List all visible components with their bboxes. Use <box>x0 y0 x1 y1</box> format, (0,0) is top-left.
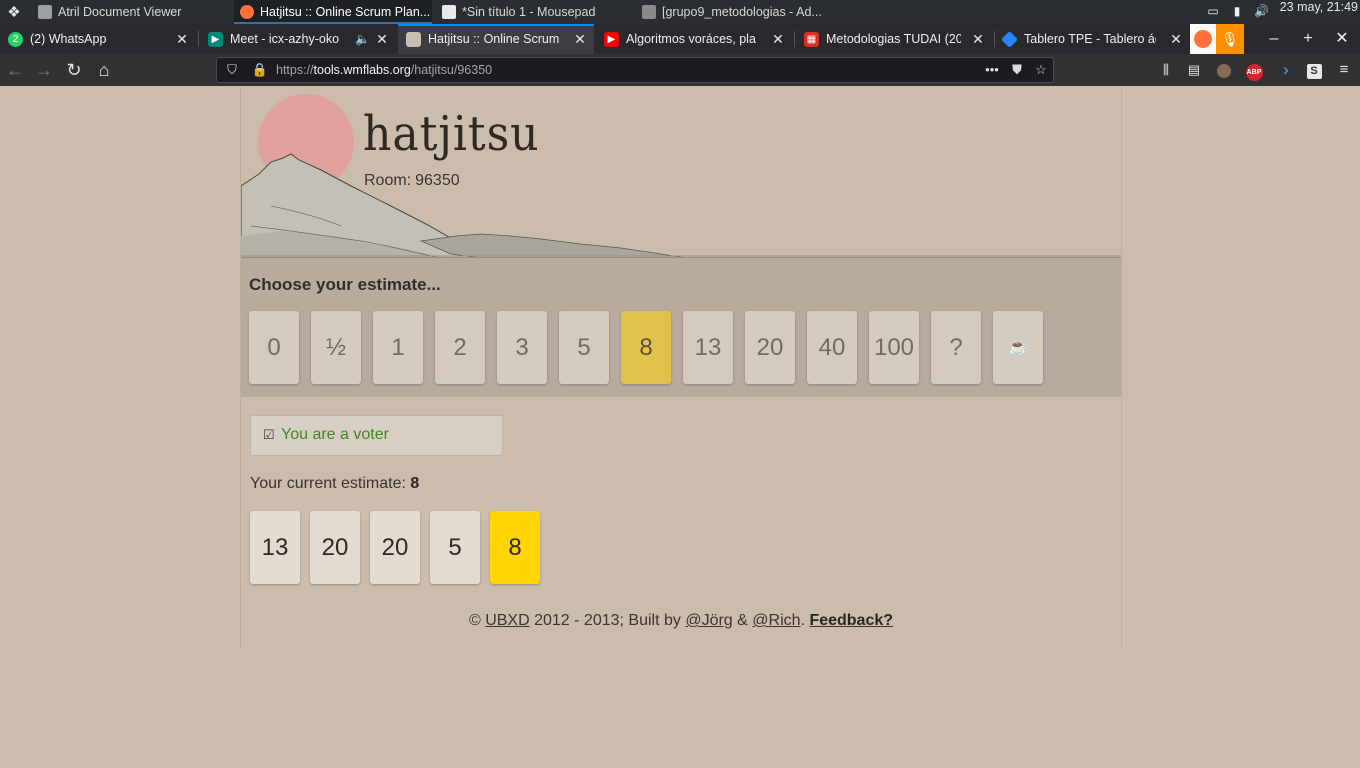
hatjitsu-container: hatjitsu Room: 96350 Choose your estimate… <box>240 86 1122 648</box>
estimate-card[interactable]: ☕ <box>993 311 1043 384</box>
vote-card: 13 <box>250 511 300 584</box>
feedback-link[interactable]: Feedback? <box>809 612 893 629</box>
estimate-card[interactable]: 100 <box>869 311 919 384</box>
shield-icon[interactable]: ⛉ <box>223 58 241 82</box>
checkbox-checked-icon: ☑ <box>263 427 275 442</box>
task-mousepad[interactable]: *Sin título 1 - Mousepad <box>436 0 634 24</box>
estimate-card[interactable]: 0 <box>249 311 299 384</box>
page: hatjitsu Room: 96350 Choose your estimate… <box>0 86 1360 768</box>
tab-metodologias[interactable]: ▦ Metodologias TUDAI (20 ✕ <box>796 24 992 54</box>
sidebar-icon[interactable]: ▤ <box>1184 60 1204 80</box>
lock-icon[interactable]: 🔒 <box>251 58 269 82</box>
jorg-link[interactable]: @Jörg <box>685 612 732 629</box>
close-tab-icon[interactable]: ✕ <box>970 24 986 54</box>
estimate-card[interactable]: 13 <box>683 311 733 384</box>
close-tab-icon[interactable]: ✕ <box>174 24 190 54</box>
voter-status: You are a voter <box>281 426 389 443</box>
hatjitsu-favicon <box>406 32 421 47</box>
close-tab-icon[interactable]: ✕ <box>770 24 786 54</box>
speaker-icon[interactable]: 🔈 <box>355 24 370 54</box>
extension-s-icon[interactable]: S <box>1304 60 1324 80</box>
task-firefox[interactable]: Hatjitsu :: Online Scrum Plan... <box>234 0 432 24</box>
url-bar[interactable]: ⛉ 🔒 https://tools.wmflabs.org/hatjitsu/9… <box>216 57 1054 83</box>
battery-icon[interactable]: ▮ <box>1230 4 1244 18</box>
browser-tab-strip: 2 (2) WhatsApp ✕ ▶ Meet - icx-azhy-oko 🔈… <box>0 24 1360 54</box>
firefox-icon <box>240 5 254 19</box>
app-logo[interactable]: hatjitsu <box>363 106 540 162</box>
close-window-icon[interactable]: ✕ <box>1325 24 1359 54</box>
hero-banner: hatjitsu Room: 96350 <box>241 86 1121 271</box>
estimate-card[interactable]: ? <box>931 311 981 384</box>
home-icon[interactable]: ⌂ <box>92 58 116 82</box>
vote-card: 20 <box>310 511 360 584</box>
calendar-icon: ▦ <box>804 32 819 47</box>
whatsapp-icon: 2 <box>8 32 23 47</box>
tab-separator <box>794 31 795 47</box>
close-tab-icon[interactable]: ✕ <box>1168 24 1184 54</box>
reload-icon[interactable]: ↻ <box>62 58 86 82</box>
back-icon[interactable]: ← <box>3 58 27 82</box>
close-tab-icon[interactable]: ✕ <box>374 24 390 54</box>
room-number: 96350 <box>415 172 460 189</box>
adblock-icon[interactable]: ABP <box>1244 60 1264 81</box>
task-files[interactable]: [grupo9_metodologias - Ad... <box>636 0 834 24</box>
bookmark-star-icon[interactable]: ☆ <box>1032 58 1050 82</box>
volume-icon[interactable]: 🔊 <box>1254 4 1269 18</box>
estimate-card[interactable]: 3 <box>497 311 547 384</box>
screen-icon[interactable]: ▭ <box>1206 4 1220 18</box>
microphone-icon[interactable]: 🎙 <box>1216 24 1244 54</box>
close-tab-icon[interactable]: ✕ <box>572 26 588 53</box>
voter-toggle[interactable]: ☑ You are a voter <box>250 415 503 456</box>
folder-icon <box>642 5 656 19</box>
minimize-icon[interactable]: – <box>1257 24 1291 54</box>
estimate-card[interactable]: 40 <box>807 311 857 384</box>
meet-icon: ▶ <box>208 32 223 47</box>
maximize-icon[interactable]: + <box>1291 24 1325 54</box>
youtube-icon: ▶ <box>604 32 619 47</box>
room-label: Room: <box>364 172 412 189</box>
mousepad-icon <box>442 5 456 19</box>
rich-link[interactable]: @Rich <box>752 612 800 629</box>
tab-separator <box>198 31 199 47</box>
room-info: Room: 96350 <box>364 172 460 190</box>
estimate-card[interactable]: 5 <box>559 311 609 384</box>
tab-tablero[interactable]: Tablero TPE - Tablero ágil ✕ <box>994 24 1190 54</box>
estimate-card[interactable]: 2 <box>435 311 485 384</box>
profile-icon[interactable] <box>1214 60 1234 80</box>
pocket-icon[interactable]: ⛊ <box>1008 58 1026 82</box>
extension-arrow-icon[interactable]: › <box>1276 60 1296 80</box>
tab-youtube[interactable]: ▶ Algoritmos voráces, plan ✕ <box>596 24 792 54</box>
clock[interactable]: 23 may, 21:49 <box>1280 0 1358 14</box>
os-taskbar: ❖ Atril Document Viewer Hatjitsu :: Onli… <box>0 0 1360 24</box>
navigation-bar: ← → ↻ ⌂ ⛉ 🔒 https://tools.wmflabs.org/ha… <box>0 54 1360 86</box>
estimate-card[interactable]: 20 <box>745 311 795 384</box>
task-atril[interactable]: Atril Document Viewer <box>32 0 230 24</box>
estimate-card[interactable]: 8 <box>621 311 671 384</box>
tab-whatsapp[interactable]: 2 (2) WhatsApp ✕ <box>0 24 196 54</box>
menu-icon[interactable]: ≡ <box>1334 60 1354 80</box>
estimate-card[interactable]: ½ <box>311 311 361 384</box>
footer: © UBXD 2012 - 2013; Built by @Jörg & @Ri… <box>468 612 894 629</box>
app-menu-icon[interactable]: ❖ <box>4 3 24 21</box>
current-estimate-value: 8 <box>410 475 420 492</box>
url-text[interactable]: https://tools.wmflabs.org/hatjitsu/96350 <box>276 58 492 82</box>
choose-estimate-title: Choose your estimate... <box>249 275 441 294</box>
tab-meet[interactable]: ▶ Meet - icx-azhy-oko 🔈 ✕ <box>200 24 396 54</box>
my-vote-card: 8 <box>490 511 540 584</box>
forward-icon[interactable]: → <box>32 58 56 82</box>
library-icon[interactable]: ⫼ <box>1156 60 1176 80</box>
estimate-card[interactable]: 1 <box>373 311 423 384</box>
firefox-account-icon[interactable] <box>1190 24 1216 54</box>
current-estimate: Your current estimate: 8 <box>250 475 420 492</box>
estimate-panel: Choose your estimate... 0 ½ 1 2 3 5 8 13 20 40 100… <box>241 257 1121 397</box>
jira-icon <box>1001 31 1018 48</box>
vote-card: 5 <box>430 511 480 584</box>
tab-hatjitsu[interactable]: Hatjitsu :: Online Scrum Pla ✕ <box>398 24 594 54</box>
atril-icon <box>38 5 52 19</box>
ubxd-link[interactable]: UBXD <box>485 612 529 629</box>
more-icon[interactable]: ••• <box>983 58 1001 82</box>
vote-card: 20 <box>370 511 420 584</box>
